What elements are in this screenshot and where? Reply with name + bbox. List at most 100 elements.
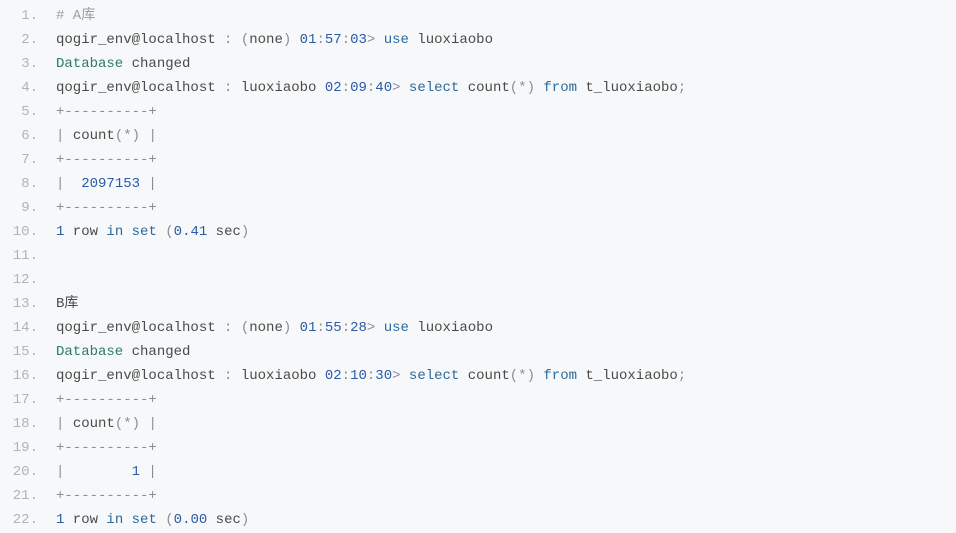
code-token: |: [140, 176, 157, 192]
code-token: t_luoxiaobo: [577, 80, 678, 96]
code-token: row: [64, 512, 106, 528]
code-token: ): [241, 512, 249, 528]
code-token: ): [527, 368, 544, 384]
code-token: none: [249, 320, 283, 336]
code-content[interactable]: # A库qogir_env@localhost : (none) 01:57:0…: [46, 0, 956, 533]
code-token: |: [56, 464, 132, 480]
code-token: 01: [300, 32, 317, 48]
code-token: [123, 224, 131, 240]
code-line: +----------+: [56, 484, 956, 508]
code-token: (: [165, 512, 173, 528]
code-token: 1: [132, 464, 140, 480]
code-token: :: [224, 368, 241, 384]
code-token: >: [367, 320, 384, 336]
code-token: 02: [325, 80, 342, 96]
code-token: changed: [123, 56, 190, 72]
code-token: |: [140, 128, 157, 144]
code-token: 0.41: [174, 224, 208, 240]
code-line: [56, 268, 956, 292]
code-token: *: [123, 128, 131, 144]
code-token: luoxiaobo: [241, 80, 325, 96]
code-token: none: [249, 32, 283, 48]
code-token: changed: [123, 344, 190, 360]
code-token: :: [342, 32, 350, 48]
code-token: :: [342, 80, 350, 96]
code-token: >: [392, 368, 409, 384]
code-token: |: [56, 128, 73, 144]
code-line: B库: [56, 292, 956, 316]
code-line: +----------+: [56, 100, 956, 124]
line-number: 19: [0, 436, 38, 460]
line-number: 14: [0, 316, 38, 340]
code-token: (: [510, 80, 518, 96]
code-token: luoxiaobo: [241, 368, 325, 384]
code-token: +----------+: [56, 104, 157, 120]
code-line: | 2097153 |: [56, 172, 956, 196]
code-token: >: [367, 32, 384, 48]
code-token: 55: [325, 320, 342, 336]
line-number: 20: [0, 460, 38, 484]
code-token: from: [543, 368, 577, 384]
code-token: set: [132, 224, 157, 240]
code-token: *: [518, 80, 526, 96]
code-token: 30: [375, 368, 392, 384]
line-number: 18: [0, 412, 38, 436]
code-line: qogir_env@localhost : luoxiaobo 02:09:40…: [56, 76, 956, 100]
code-line: +----------+: [56, 436, 956, 460]
code-token: +----------+: [56, 392, 157, 408]
code-line: # A库: [56, 4, 956, 28]
code-token: |: [140, 416, 157, 432]
code-token: |: [56, 176, 81, 192]
code-token: ): [241, 224, 249, 240]
code-token: luoxiaobo: [409, 32, 493, 48]
code-token: in: [106, 224, 123, 240]
code-token: qogir_env@localhost: [56, 368, 224, 384]
code-token: ;: [678, 368, 686, 384]
code-token: :: [224, 80, 241, 96]
code-token: B库: [56, 296, 78, 312]
code-token: 40: [375, 80, 392, 96]
line-number: 10: [0, 220, 38, 244]
line-number: 3: [0, 52, 38, 76]
code-token: from: [543, 80, 577, 96]
code-token: luoxiaobo: [409, 320, 493, 336]
code-token: ): [283, 320, 300, 336]
code-line: 1 row in set (0.00 sec): [56, 508, 956, 532]
code-token: qogir_env@localhost: [56, 80, 224, 96]
code-line: [56, 244, 956, 268]
code-token: 10: [350, 368, 367, 384]
code-token: +----------+: [56, 200, 157, 216]
code-token: select: [409, 80, 459, 96]
line-number: 22: [0, 508, 38, 532]
code-token: (: [241, 320, 249, 336]
code-token: ;: [678, 80, 686, 96]
code-block: 12345678910111213141516171819202122 # A库…: [0, 0, 956, 533]
code-token: use: [384, 32, 409, 48]
code-token: 0.00: [174, 512, 208, 528]
code-token: ): [132, 416, 140, 432]
line-number: 11: [0, 244, 38, 268]
code-line: qogir_env@localhost : (none) 01:55:28> u…: [56, 316, 956, 340]
code-token: [157, 224, 165, 240]
code-token: +----------+: [56, 152, 157, 168]
code-token: [123, 512, 131, 528]
code-token: Database: [56, 344, 123, 360]
code-token: |: [140, 464, 157, 480]
code-token: (: [510, 368, 518, 384]
code-token: :: [342, 368, 350, 384]
line-number: 5: [0, 100, 38, 124]
line-number: 21: [0, 484, 38, 508]
code-token: 28: [350, 320, 367, 336]
code-token: count: [73, 128, 115, 144]
line-number: 15: [0, 340, 38, 364]
code-token: (: [115, 416, 123, 432]
code-token: [157, 512, 165, 528]
code-token: ): [527, 80, 544, 96]
code-token: 03: [350, 32, 367, 48]
line-number: 9: [0, 196, 38, 220]
code-token: :: [224, 320, 241, 336]
code-token: 01: [300, 320, 317, 336]
line-number: 4: [0, 76, 38, 100]
line-number: 8: [0, 172, 38, 196]
code-line: Database changed: [56, 52, 956, 76]
